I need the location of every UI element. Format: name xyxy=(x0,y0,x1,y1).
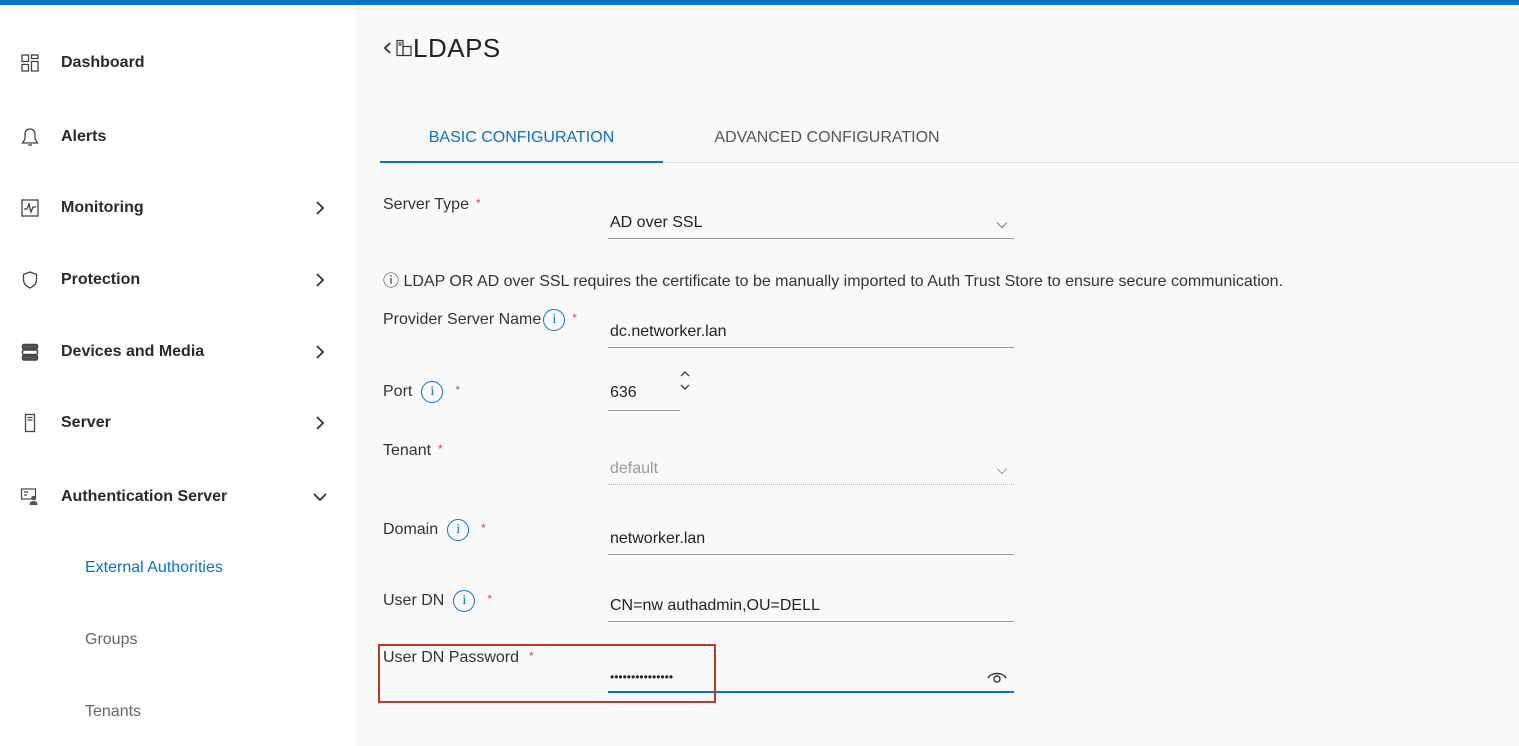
sidebar-item-protection[interactable]: Protection xyxy=(0,262,356,298)
user-dn-password-input[interactable]: ••••••••••••••• xyxy=(608,659,1014,693)
required-marker: * xyxy=(529,649,534,663)
sidebar-subitem-groups[interactable]: Groups xyxy=(0,622,356,658)
chevron-down-icon xyxy=(996,222,1008,229)
tab-basic-configuration[interactable]: BASIC CONFIGURATION xyxy=(380,129,663,163)
sidebar-item-monitoring[interactable]: Monitoring xyxy=(0,190,356,226)
sidebar-subitem-external-authorities[interactable]: External Authorities xyxy=(0,550,356,586)
info-icon[interactable]: i xyxy=(421,381,444,403)
info-icon[interactable]: i xyxy=(447,519,470,541)
required-marker: * xyxy=(475,196,481,210)
sidebar-item-authentication-server[interactable]: Authentication Server xyxy=(0,479,356,515)
monitoring-icon xyxy=(20,198,40,218)
port-label: Port i * xyxy=(383,381,460,403)
required-marker: * xyxy=(455,383,461,397)
tenant-value: default xyxy=(610,460,659,477)
sidebar-subitem-tenants[interactable]: Tenants xyxy=(0,694,356,730)
storage-icon xyxy=(20,342,40,362)
label-text: Provider Server Name xyxy=(383,311,542,328)
tab-advanced-configuration[interactable]: ADVANCED CONFIGURATION xyxy=(702,129,952,163)
required-marker: * xyxy=(572,311,577,325)
user-dn-input[interactable]: CN=nw authadmin,OU=DELL xyxy=(608,588,1014,622)
sidebar-item-dashboard[interactable]: Dashboard xyxy=(0,45,356,81)
sidebar-item-label: Monitoring xyxy=(61,199,144,216)
label-text: Tenant xyxy=(383,442,432,459)
page-title: LDAPS xyxy=(413,32,501,63)
chevron-down-icon xyxy=(312,489,328,505)
sidebar: Dashboard Alerts Monitoring Protection D… xyxy=(0,5,356,746)
config-tabs: BASIC CONFIGURATION ADVANCED CONFIGURATI… xyxy=(380,113,1519,163)
domain-input[interactable]: networker.lan xyxy=(608,521,1014,555)
password-masked-value: ••••••••••••••• xyxy=(610,670,674,684)
label-text: Domain xyxy=(383,521,439,538)
sidebar-subitem-label: External Authorities xyxy=(85,559,223,576)
dashboard-icon xyxy=(20,53,40,73)
sidebar-item-devices-and-media[interactable]: Devices and Media xyxy=(0,334,356,370)
shield-icon xyxy=(20,270,40,290)
provider-server-name-label: Provider Server Name i * xyxy=(383,309,577,331)
info-icon[interactable]: i xyxy=(453,590,476,612)
chevron-left-icon[interactable] xyxy=(382,37,394,59)
auth-server-icon xyxy=(20,487,40,507)
sidebar-item-label: Devices and Media xyxy=(61,343,205,360)
server-type-select[interactable]: AD over SSL xyxy=(608,205,1014,239)
domain-label: Domain i * xyxy=(383,519,486,541)
ssl-certificate-notice: ⓘ LDAP OR AD over SSL requires the certi… xyxy=(383,273,1283,290)
sidebar-subitem-label: Tenants xyxy=(85,703,142,720)
tab-label: ADVANCED CONFIGURATION xyxy=(714,129,940,146)
tab-label: BASIC CONFIGURATION xyxy=(428,129,615,146)
chevron-right-icon xyxy=(312,415,328,431)
chevron-right-icon xyxy=(312,200,328,216)
domain-value: networker.lan xyxy=(610,530,706,547)
chevron-right-icon xyxy=(312,272,328,288)
sidebar-item-label: Server xyxy=(61,414,111,431)
user-dn-label: User DN i * xyxy=(383,590,492,612)
show-password-eye-icon[interactable] xyxy=(986,669,1008,685)
sidebar-item-label: Alerts xyxy=(61,128,107,145)
sidebar-item-label: Protection xyxy=(61,271,141,288)
required-marker: * xyxy=(481,521,486,535)
label-text: User DN Password xyxy=(383,649,520,666)
server-type-label: Server Type * xyxy=(383,196,481,214)
server-icon xyxy=(20,413,40,433)
chevron-right-icon xyxy=(312,344,328,360)
user-dn-password-label: User DN Password * xyxy=(383,649,534,667)
stepper-arrows-icon[interactable] xyxy=(677,367,693,395)
page-header: LDAPS xyxy=(382,31,501,65)
sidebar-subitem-label: Groups xyxy=(85,631,138,648)
port-value: 636 xyxy=(610,384,637,401)
sidebar-item-alerts[interactable]: Alerts xyxy=(0,119,356,155)
chevron-down-icon xyxy=(996,468,1008,475)
server-icon xyxy=(396,39,412,57)
main-content: LDAPS BASIC CONFIGURATION ADVANCED CONFI… xyxy=(356,5,1519,746)
label-text: User DN xyxy=(383,592,445,609)
bell-icon xyxy=(20,127,40,147)
label-text: Server Type xyxy=(383,196,469,213)
label-text: Port xyxy=(383,383,413,400)
tenant-label: Tenant * xyxy=(383,442,443,460)
sidebar-item-label: Dashboard xyxy=(61,54,145,71)
info-icon[interactable]: i xyxy=(543,309,566,331)
sidebar-item-server[interactable]: Server xyxy=(0,405,356,441)
tenant-select: default xyxy=(608,451,1014,485)
required-marker: * xyxy=(487,592,493,606)
server-type-value: AD over SSL xyxy=(610,214,703,231)
required-marker: * xyxy=(438,442,443,456)
provider-server-name-input[interactable]: dc.networker.lan xyxy=(608,314,1014,348)
provider-server-name-value: dc.networker.lan xyxy=(610,323,727,340)
port-stepper[interactable]: 636 xyxy=(608,367,690,411)
sidebar-item-label: Authentication Server xyxy=(61,488,228,505)
user-dn-value: CN=nw authadmin,OU=DELL xyxy=(610,597,820,614)
